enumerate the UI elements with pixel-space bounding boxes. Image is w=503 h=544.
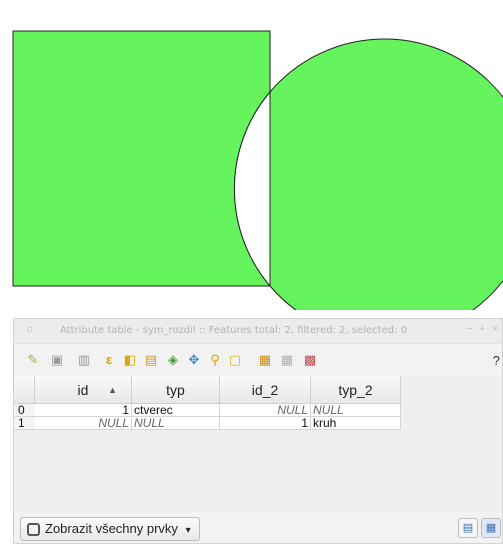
select-icon[interactable]: ◧ [123,353,137,367]
close-icon[interactable]: × [492,323,498,335]
chevron-down-icon: ▾ [185,525,191,536]
column-label: id_2 [251,382,279,398]
map-canvas[interactable] [0,0,503,310]
expression-icon[interactable]: ε [102,353,116,367]
table-cell[interactable]: ctverec [132,404,220,417]
new-field-icon[interactable]: ▦ [258,353,272,367]
corner-header[interactable] [14,376,35,404]
window-title: Attribute table - sym_rozdil :: Features… [60,325,407,336]
bottom-bar: Zobrazit všechny prvky ▾ ▤ ▦ [14,512,502,543]
minimize-icon[interactable]: − [466,323,472,335]
column-label: typ [166,382,185,398]
invert-selection-icon[interactable]: ▤ [144,353,158,367]
column-header-typ2[interactable]: typ_2 [311,376,401,404]
feature-filter-button[interactable]: Zobrazit všechny prvky ▾ [20,517,200,541]
filter-icon [27,523,40,536]
zoom-icon[interactable]: ⚲ [208,353,222,367]
row-header[interactable]: 1 [14,417,35,430]
table-cell[interactable]: NULL [35,417,132,430]
sort-ascending-icon: ▲ [108,385,117,395]
column-header-typ[interactable]: typ [132,376,220,404]
table-view-button[interactable]: ▦ [481,518,501,538]
attribute-table-window: ○ Attribute table - sym_rozdil :: Featur… [13,318,503,544]
column-label: typ_2 [338,382,373,398]
filter-label: Zobrazit všechny prvky [45,521,178,536]
delete-icon[interactable]: ▥ [77,353,91,367]
column-header-id[interactable]: id ▲ [35,376,132,404]
column-header-id2[interactable]: id_2 [220,376,311,404]
title-bar: ○ Attribute table - sym_rozdil :: Featur… [14,319,502,344]
column-label: id [77,382,89,398]
square-feature[interactable] [12,30,272,287]
table-cell[interactable]: 1 [220,417,311,430]
copy-icon[interactable]: ▢ [228,353,242,367]
help-button[interactable]: ? [493,353,500,368]
field-calculator-icon[interactable]: ▩ [303,353,317,367]
pencil-icon[interactable]: ✎ [26,353,40,367]
table-cell[interactable]: NULL [220,404,311,417]
pan-icon[interactable]: ✥ [187,353,201,367]
table-cell[interactable]: NULL [132,417,220,430]
delete-field-icon[interactable]: ▦ [280,353,294,367]
toolbar: ✎ ▣ ▥ ε ◧ ▤ ◈ ✥ ⚲ ▢ ▦ ▦ ▩ ? [14,344,502,377]
table-cell[interactable]: 1 [35,404,132,417]
table-cell[interactable]: kruh [311,417,401,430]
save-icon[interactable]: ▣ [50,353,64,367]
deselect-icon[interactable]: ◈ [166,353,180,367]
attribute-table[interactable]: id ▲ typ id_2 typ_2 0 1 ctverec NULL NUL… [14,376,502,511]
window-menu-icon[interactable]: ○ [26,322,33,336]
form-view-button[interactable]: ▤ [458,518,478,538]
maximize-icon[interactable]: + [479,323,485,335]
table-cell[interactable]: NULL [311,404,401,417]
circle-feature[interactable] [269,38,503,310]
